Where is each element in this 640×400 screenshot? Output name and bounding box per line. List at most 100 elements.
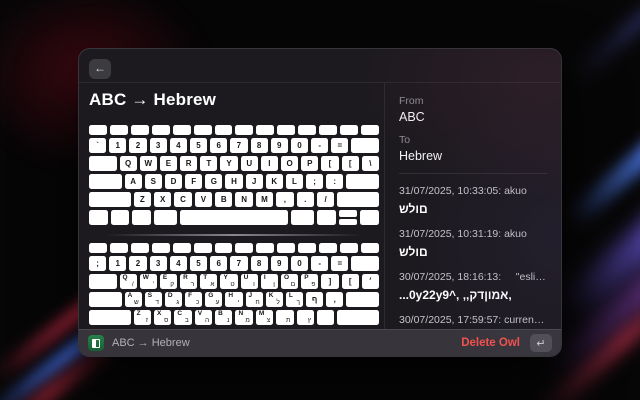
key-blank <box>337 310 379 325</box>
history-timestamp: 31/07/2025, 10:33:05: akuo <box>399 185 547 197</box>
key-blank <box>346 292 379 307</box>
key-N: N <box>235 192 252 207</box>
keyboard-row: `1234567890-= <box>89 138 379 153</box>
key-S: S <box>145 174 162 189</box>
key-blank <box>361 243 379 253</box>
key-blank <box>340 243 358 253</box>
keyboard-row: ZזXסCבVהBנNמMצתץ <box>89 310 379 325</box>
key-S: Sד <box>145 292 162 307</box>
key-B: Bנ <box>215 310 232 325</box>
key-.: . <box>297 192 314 207</box>
key-L: Lך <box>286 292 303 307</box>
key-blank <box>194 243 212 253</box>
key-blank <box>235 243 253 253</box>
key-blank <box>180 210 288 225</box>
key-Y: Yט <box>220 274 237 289</box>
key-/: / <box>317 192 334 207</box>
keyboard-row <box>89 243 379 253</box>
key-blank <box>235 125 253 135</box>
key-blank <box>361 125 379 135</box>
key-`: ` <box>89 138 106 153</box>
key-6: 6 <box>210 256 227 271</box>
history-result: שלום <box>399 245 547 259</box>
wallpaper-streak <box>564 54 640 229</box>
key-3: 3 <box>150 138 167 153</box>
to-label: To <box>399 134 547 146</box>
key-blank <box>152 125 170 135</box>
key-blank <box>89 210 108 225</box>
key-K: Kל <box>266 292 283 307</box>
key-blank <box>360 210 379 225</box>
key-blank <box>89 292 122 307</box>
key-C: C <box>174 192 191 207</box>
key-blank <box>277 125 295 135</box>
key-blank <box>131 125 149 135</box>
key-[: [ <box>342 274 359 289</box>
key-P: P <box>301 156 318 171</box>
keyboard-row: Q/W'EקRרTאYטUוIןOםPפ][׳ <box>89 274 379 289</box>
app-window: ← ABC → Hebrew `1234567890-=QWERTYUIOP[[… <box>78 48 562 357</box>
key-blank <box>298 125 316 135</box>
key-2: 2 <box>129 138 146 153</box>
wallpaper-streak <box>574 0 640 81</box>
key-Z: Zז <box>134 310 151 325</box>
key-blank <box>291 210 314 225</box>
key-R: Rר <box>180 274 197 289</box>
key-1: 1 <box>109 138 126 153</box>
key-5: 5 <box>190 256 207 271</box>
key-blank <box>298 243 316 253</box>
key-V: V <box>195 192 212 207</box>
enter-key-button[interactable]: ↵ <box>530 334 552 352</box>
key-I: I <box>261 156 278 171</box>
keyboard-row <box>89 210 379 225</box>
key-R: R <box>180 156 197 171</box>
key-W: W <box>140 156 157 171</box>
key-F: F <box>185 174 202 189</box>
keyboard-area: `1234567890-=QWERTYUIOP[[\ASDFGHJKL;:ZXC… <box>89 125 379 328</box>
key-blank <box>173 125 191 135</box>
keyboard-row: QWERTYUIOP[[\ <box>89 156 379 171</box>
key-1: 1 <box>109 256 126 271</box>
detail-panel: From ABC To Hebrew 31/07/2025, 10:33:05:… <box>385 83 561 329</box>
delete-owl-action[interactable]: Delete Owl <box>461 337 520 349</box>
key-;: ; <box>306 174 323 189</box>
key-ץ: ץ <box>297 310 314 325</box>
key-T: T <box>200 156 217 171</box>
key-5: 5 <box>190 138 207 153</box>
key-G: G <box>205 174 222 189</box>
history-timestamp: 31/07/2025, 10:31:19: akuo <box>399 228 547 240</box>
history-result: שלום <box>399 202 547 216</box>
key-blank <box>319 243 337 253</box>
key-0: 0 <box>291 138 308 153</box>
key-blank <box>154 210 177 225</box>
key-blank <box>89 243 107 253</box>
key-blank <box>152 243 170 253</box>
key-blank <box>256 125 274 135</box>
key-blank <box>173 243 191 253</box>
footer-bar: ABC → Hebrew Delete Owl ↵ <box>79 329 561 356</box>
key-G: Gע <box>205 292 222 307</box>
key-blank <box>340 125 358 135</box>
key-blank <box>194 125 212 135</box>
history-timestamp: 30/07/2025, 17:59:57: currentOWLs <box>399 314 547 326</box>
key-D: Dג <box>165 292 182 307</box>
to-value: Hebrew <box>399 149 547 163</box>
key-blank <box>89 174 122 189</box>
key-=: = <box>331 256 348 271</box>
key--: - <box>311 138 328 153</box>
key-blank <box>337 192 379 207</box>
key-,: , <box>326 292 343 307</box>
key-I: Iן <box>261 274 278 289</box>
key-X: X <box>154 192 171 207</box>
key-4: 4 <box>170 256 187 271</box>
key-C: Cב <box>174 310 191 325</box>
key-;: ; <box>89 256 106 271</box>
key-H: H <box>225 174 242 189</box>
key-8: 8 <box>251 138 268 153</box>
key-3: 3 <box>150 256 167 271</box>
key-T: Tא <box>200 274 217 289</box>
key-blank <box>346 174 379 189</box>
history-list: 31/07/2025, 10:33:05: akuo שלום 31/07/2025… <box>399 185 547 329</box>
back-button[interactable]: ← <box>89 59 111 79</box>
key-M: Mצ <box>256 310 273 325</box>
